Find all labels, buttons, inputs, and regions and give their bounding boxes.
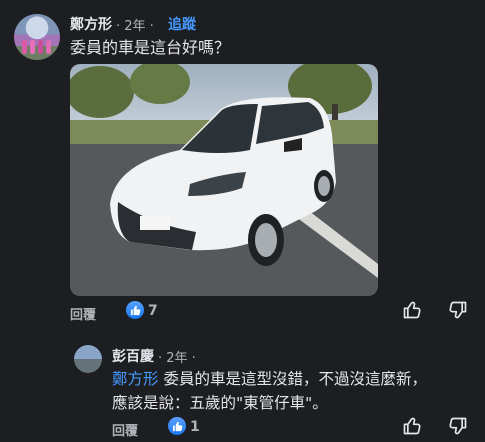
reply-reply-button[interactable]: 回覆 <box>112 420 138 439</box>
reply-text-line2: 應該是說：五歲的"東管仔車"。 <box>112 394 328 412</box>
reply-author-name[interactable]: 彭百慶 <box>112 346 154 366</box>
reply-author-avatar[interactable] <box>74 345 102 373</box>
mention-link[interactable]: 鄭方形 <box>112 370 159 388</box>
car-photo-illustration <box>70 64 378 296</box>
attached-car-photo[interactable] <box>70 64 378 296</box>
follow-button[interactable]: 追蹤 <box>168 14 196 34</box>
reply-button[interactable]: 回覆 <box>70 304 96 323</box>
reply-text-line1: 鄭方形 委員的車是這型沒錯，不過沒這麼新， <box>112 367 427 391</box>
author-avatar[interactable] <box>14 14 60 60</box>
reply-like-reaction-icon <box>168 417 186 435</box>
reply-text: 委員的車是這型沒錯，不過沒這麼新， <box>158 370 427 388</box>
like-count[interactable]: 7 <box>148 303 158 319</box>
comment-author-name[interactable]: 鄭方形 <box>70 14 112 34</box>
thumbs-up-icon[interactable] <box>402 300 424 322</box>
reply-like-count[interactable]: 1 <box>190 419 200 435</box>
thumbs-down-icon[interactable] <box>448 300 470 322</box>
thumbs-down-icon[interactable] <box>448 416 470 438</box>
like-reaction-icon <box>126 301 144 319</box>
reply-timestamp[interactable]: · 2年 · <box>158 347 196 366</box>
comment-timestamp[interactable]: · 2年 · <box>116 15 154 34</box>
thumbs-up-icon[interactable] <box>402 416 424 438</box>
comment-text: 委員的車是這台好嗎？ <box>70 38 231 57</box>
